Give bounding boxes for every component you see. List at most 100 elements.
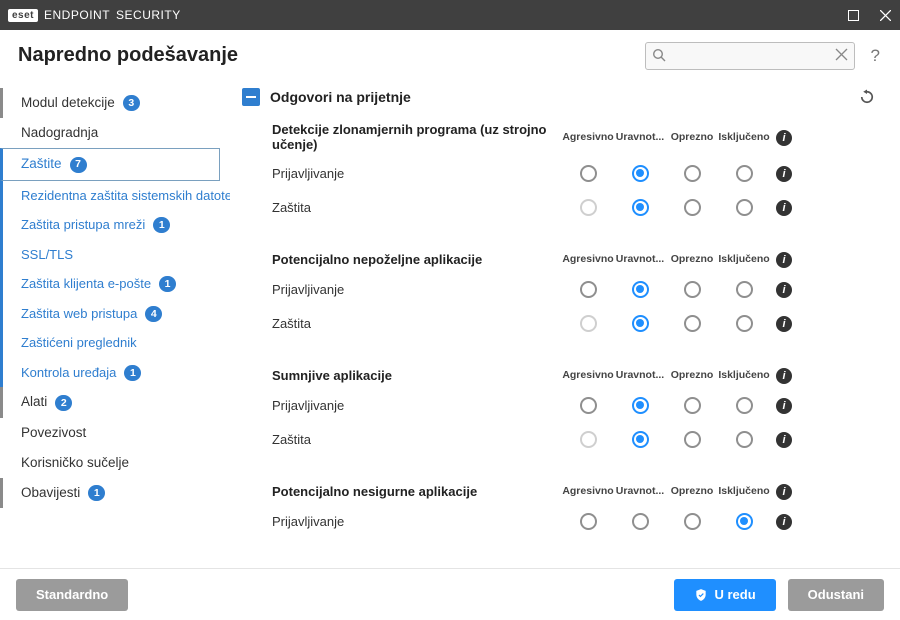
sidebar-item-1[interactable]: Nadogradnja [0, 118, 220, 148]
column-header: Uravnot... [614, 369, 666, 381]
radio-option[interactable] [632, 431, 649, 448]
info-icon[interactable]: i [776, 368, 792, 384]
sidebar-item-8[interactable]: Zaštićeni preglednik [0, 328, 220, 358]
radio-option[interactable] [736, 513, 753, 530]
sidebar-item-5[interactable]: SSL/TLS [0, 240, 220, 270]
setting-row: Zaštita i [272, 422, 896, 456]
radio-option[interactable] [632, 315, 649, 332]
radio-option[interactable] [684, 431, 701, 448]
group-title: Potencijalno nepoželjne aplikacije [272, 252, 562, 267]
undo-icon[interactable] [858, 88, 888, 106]
row-label: Prijavljivanje [272, 514, 562, 529]
section-header: Odgovori na prijetnje [234, 84, 896, 110]
group-title: Sumnjive aplikacije [272, 368, 562, 383]
radio-option[interactable] [580, 513, 597, 530]
info-icon[interactable]: i [776, 200, 792, 216]
radio-option[interactable] [736, 199, 753, 216]
column-header: Oprezno [666, 253, 718, 265]
row-label: Prijavljivanje [272, 166, 562, 181]
radio-option[interactable] [684, 315, 701, 332]
sidebar-item-label: Nadogradnja [21, 124, 98, 142]
search-clear-icon[interactable] [835, 48, 848, 61]
radio-option[interactable] [580, 281, 597, 298]
radio-option [580, 431, 597, 448]
radio-option [580, 315, 597, 332]
row-label: Zaštita [272, 316, 562, 331]
radio-option[interactable] [580, 397, 597, 414]
info-icon[interactable]: i [776, 484, 792, 500]
radio-option[interactable] [736, 315, 753, 332]
info-icon[interactable]: i [776, 282, 792, 298]
help-icon[interactable]: ? [867, 46, 884, 66]
sidebar-item-0[interactable]: Modul detekcije3 [0, 88, 220, 118]
info-icon[interactable]: i [776, 166, 792, 182]
info-icon[interactable]: i [776, 316, 792, 332]
radio-option[interactable] [684, 513, 701, 530]
sidebar-badge: 1 [124, 365, 141, 381]
radio-option[interactable] [684, 165, 701, 182]
radio-option[interactable] [736, 281, 753, 298]
cancel-button[interactable]: Odustani [788, 579, 884, 611]
radio-option[interactable] [632, 397, 649, 414]
sidebar-item-label: Korisničko sučelje [21, 454, 129, 472]
footer: Standardno U redu Odustani [0, 568, 900, 620]
sidebar-item-10[interactable]: Alati2 [0, 387, 220, 417]
sidebar-item-label: Zaštita pristupa mreži [21, 216, 145, 234]
info-icon[interactable]: i [776, 130, 792, 146]
info-icon[interactable]: i [776, 514, 792, 530]
sidebar-badge: 3 [123, 95, 140, 111]
column-header: Isključeno [718, 253, 770, 265]
window-maximize-icon[interactable] [846, 8, 860, 22]
sidebar-item-2[interactable]: Zaštite7 [0, 148, 220, 180]
sidebar-badge: 1 [159, 276, 176, 292]
column-header: Agresivno [562, 369, 614, 381]
info-icon[interactable]: i [776, 432, 792, 448]
sidebar-item-3[interactable]: Rezidentna zaštita sistemskih datoteka [0, 181, 220, 211]
sidebar-item-4[interactable]: Zaštita pristupa mreži1 [0, 210, 220, 240]
info-icon[interactable]: i [776, 252, 792, 268]
content-pane: Odgovori na prijetnje Detekcije zlonamje… [230, 80, 900, 568]
setting-group: Potencijalno nesigurne aplikacijeAgresiv… [234, 470, 896, 552]
radio-option[interactable] [632, 513, 649, 530]
window-close-icon[interactable] [878, 8, 892, 22]
sidebar-item-11[interactable]: Povezivost [0, 418, 220, 448]
column-header: Agresivno [562, 131, 614, 143]
group-title: Detekcije zlonamjernih programa (uz stro… [272, 122, 562, 152]
radio-option[interactable] [736, 165, 753, 182]
setting-row: Zaštitai [272, 190, 896, 224]
sidebar-item-12[interactable]: Korisničko sučelje [0, 448, 220, 478]
radio-option[interactable] [736, 397, 753, 414]
info-icon[interactable]: i [776, 398, 792, 414]
radio-option[interactable] [736, 431, 753, 448]
radio-option[interactable] [580, 165, 597, 182]
radio-option[interactable] [632, 165, 649, 182]
ok-button[interactable]: U redu [674, 579, 775, 611]
titlebar: eset ENDPOINT SECURITY [0, 0, 900, 30]
radio-option[interactable] [632, 199, 649, 216]
sidebar-badge: 1 [88, 485, 105, 501]
row-label: Prijavljivanje [272, 398, 562, 413]
sidebar-item-13[interactable]: Obavijesti1 [0, 478, 220, 508]
sidebar-item-7[interactable]: Zaštita web pristupa4 [0, 299, 220, 329]
search-input[interactable] [645, 42, 855, 70]
radio-option[interactable] [684, 199, 701, 216]
collapse-icon[interactable] [242, 88, 260, 106]
radio-option[interactable] [632, 281, 649, 298]
row-label: Zaštita [272, 432, 562, 447]
sidebar-item-label: Povezivost [21, 424, 86, 442]
default-button[interactable]: Standardno [16, 579, 128, 611]
sidebar-item-6[interactable]: Zaštita klijenta e-pošte1 [0, 269, 220, 299]
column-header: Oprezno [666, 131, 718, 143]
group-title: Potencijalno nesigurne aplikacije [272, 484, 562, 499]
setting-group: Detekcije zlonamjernih programa (uz stro… [234, 110, 896, 238]
sidebar-item-9[interactable]: Kontrola uređaja 1 [0, 358, 220, 388]
sidebar-item-label: Zaštite [21, 155, 62, 173]
sidebar-item-label: Kontrola uređaja [21, 364, 116, 382]
column-header: Agresivno [562, 253, 614, 265]
radio-option[interactable] [684, 281, 701, 298]
radio-option[interactable] [684, 397, 701, 414]
setting-row: Prijavljivanjei [272, 272, 896, 306]
sidebar-badge: 4 [145, 306, 162, 322]
sidebar-badge: 2 [55, 395, 72, 411]
column-header: Isključeno [718, 485, 770, 497]
